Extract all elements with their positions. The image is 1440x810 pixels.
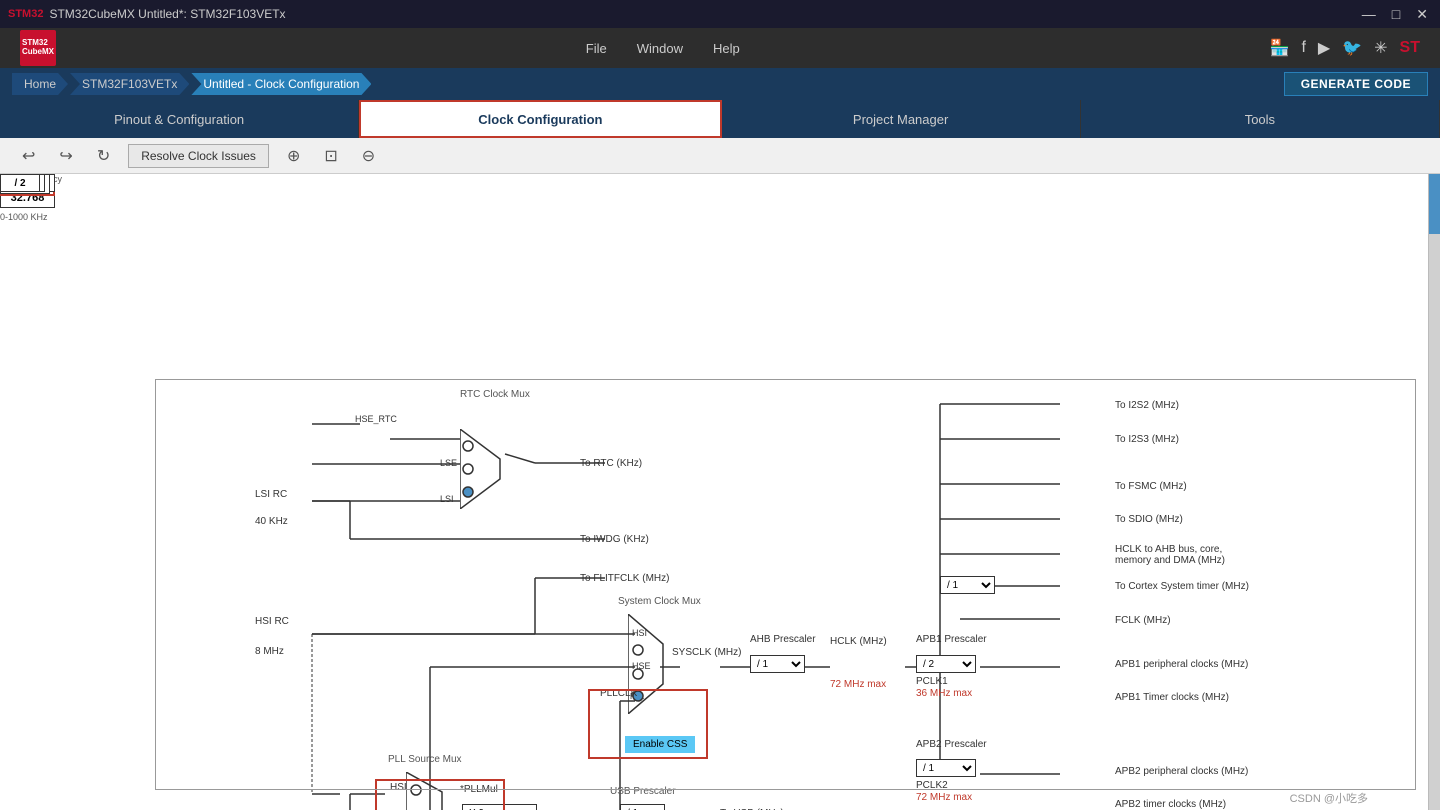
title-bar: STM32 STM32CubeMX Untitled*: STM32F103VE… [0, 0, 1440, 28]
ahb-prescaler-select[interactable]: / 1 / 2 / 4 [750, 655, 805, 673]
scrollbar-thumb[interactable] [1429, 174, 1440, 234]
usb-prescaler-select[interactable]: / 1 / 1.5 [620, 804, 665, 810]
hclk-label: HCLK (MHz) [830, 636, 887, 647]
main-content: Input frequency 32.768 0-1000 KHz LSE LS… [0, 174, 1440, 810]
usb-prescaler-label: USB Prescaler [610, 786, 676, 797]
apb2-timer-label: APB2 timer clocks (MHz) [1115, 799, 1226, 810]
st-icon: ST [1400, 39, 1420, 57]
clock-diagram-svg [0, 174, 1428, 810]
watermark: CSDN @小吃多 [1290, 790, 1368, 806]
apb2-prescaler-label: APB2 Prescaler [916, 739, 987, 750]
sdio-label: To SDIO (MHz) [1115, 514, 1183, 525]
generate-code-button[interactable]: GENERATE CODE [1284, 72, 1428, 96]
redo-button[interactable]: ↪ [53, 142, 78, 170]
enable-css-button[interactable]: Enable CSS [625, 736, 695, 753]
rtc-mux-svg [460, 429, 510, 509]
apb1-periph-label: APB1 peripheral clocks (MHz) [1115, 659, 1248, 670]
app-icon: STM32 [8, 8, 43, 20]
menu-file[interactable]: File [586, 41, 607, 56]
fit-button[interactable]: ⊡ [318, 142, 343, 170]
menu-bar: STM32CubeMX File Window Help 🏪 f ▶ 🐦 ✳ S… [0, 28, 1440, 68]
flitfclk-label: To FLITFCLK (MHz) [580, 573, 669, 584]
cortex-div-select[interactable]: / 1 [940, 576, 995, 594]
pll-mul-label: *PLLMul [460, 784, 498, 795]
pclk2-label: PCLK2 [916, 780, 948, 791]
lse-line-label: LSE [440, 458, 457, 468]
undo-button[interactable]: ↩ [16, 142, 41, 170]
title-bar-left: STM32 STM32CubeMX Untitled*: STM32F103VE… [8, 7, 286, 21]
tab-pinout[interactable]: Pinout & Configuration [0, 100, 359, 138]
apb1-prescaler-label: APB1 Prescaler [916, 634, 987, 645]
zoom-out-button[interactable]: ⊖ [356, 142, 381, 170]
menu-items: File Window Help [96, 41, 1230, 56]
ahb-prescaler-label: AHB Prescaler [750, 634, 816, 645]
apb1-timer-label: APB1 Timer clocks (MHz) [1115, 692, 1229, 703]
pll-source-mux-label: PLL Source Mux [388, 754, 462, 765]
sysclk-label: SYSCLK (MHz) [672, 647, 741, 658]
minimize-button[interactable]: — [1358, 6, 1380, 23]
i2s2-label: To I2S2 (MHz) [1115, 400, 1179, 411]
tab-tools[interactable]: Tools [1081, 100, 1440, 138]
pclk2-max-label: 72 MHz max [916, 792, 972, 803]
pclk1-max-label: 36 MHz max [916, 688, 972, 699]
social-icons: 🏪 f ▶ 🐦 ✳ ST [1270, 38, 1420, 58]
rtc-clock-mux-label: RTC Clock Mux [460, 389, 530, 400]
hsi-rc-label: HSI RC [255, 616, 289, 627]
apb2-periph-label: APB2 peripheral clocks (MHz) [1115, 766, 1248, 777]
maximize-button[interactable]: □ [1388, 6, 1404, 23]
apb2-prescaler-select[interactable]: / 1 / 2 [916, 759, 976, 777]
lsi-rc-label: LSI RC [255, 489, 287, 500]
menu-help[interactable]: Help [713, 41, 740, 56]
fsmc-label: To FSMC (MHz) [1115, 481, 1187, 492]
apb1-prescaler-select[interactable]: / 2 / 1 / 4 [916, 655, 976, 673]
sysclk-mux-svg: HSI HSE PLL [628, 614, 673, 714]
clock-diagram: Input frequency 32.768 0-1000 KHz LSE LS… [0, 174, 1428, 810]
store-icon: 🏪 [1270, 38, 1290, 58]
input-freq-range-1: 0-1000 KHz [0, 212, 48, 222]
div2-sdio-box: / 2 [0, 174, 40, 192]
close-button[interactable]: ✕ [1412, 6, 1432, 23]
tab-bar: Pinout & Configuration Clock Configurati… [0, 100, 1440, 138]
app-title: STM32CubeMX Untitled*: STM32F103VETx [49, 7, 285, 21]
i2s3-label: To I2S3 (MHz) [1115, 434, 1179, 445]
rtc-label: To RTC (KHz) [580, 458, 642, 469]
breadcrumb-config[interactable]: Untitled - Clock Configuration [191, 73, 371, 95]
youtube-icon: ▶ [1318, 38, 1330, 58]
network-icon: ✳ [1374, 38, 1387, 58]
pll-mul-select[interactable]: X 9 X 2 X 3 [462, 804, 537, 810]
refresh-button[interactable]: ↻ [91, 142, 116, 170]
tab-clock[interactable]: Clock Configuration [359, 100, 721, 138]
lsi-line-label: LSI [440, 494, 454, 504]
resolve-clock-button[interactable]: Resolve Clock Issues [128, 144, 269, 168]
logo-box: STM32CubeMX [20, 30, 56, 66]
hse-rtc-label: HSE_RTC [355, 414, 397, 424]
cortex-label: To Cortex System timer (MHz) [1115, 581, 1249, 592]
twitter-icon: 🐦 [1342, 38, 1362, 58]
pclk1-label: PCLK1 [916, 676, 948, 687]
svg-text:HSI: HSI [632, 628, 647, 638]
pll-source-mux-svg [406, 772, 451, 810]
scrollbar-right[interactable] [1428, 174, 1440, 810]
breadcrumb-home[interactable]: Home [12, 73, 68, 95]
svg-text:HSE: HSE [632, 661, 651, 671]
facebook-icon: f [1301, 39, 1305, 57]
fclk-label: FCLK (MHz) [1115, 615, 1171, 626]
ahb-label: HCLK to AHB bus, core, memory and DMA (M… [1115, 544, 1235, 566]
hsi-pll-label: HSI [390, 782, 407, 793]
logo: STM32CubeMX [20, 30, 56, 66]
breadcrumb-chip[interactable]: STM32F103VETx [70, 73, 189, 95]
toolbar: ↩ ↪ ↻ Resolve Clock Issues ⊕ ⊡ ⊖ [0, 138, 1440, 174]
title-bar-controls: — □ ✕ [1358, 6, 1432, 23]
lsi-freq-label: 40 KHz [255, 516, 288, 527]
hclk-max-label: 72 MHz max [830, 679, 886, 690]
tab-project[interactable]: Project Manager [722, 100, 1081, 138]
system-clock-mux-label: System Clock Mux [618, 596, 701, 607]
hsi-freq-label: 8 MHz [255, 646, 284, 657]
breadcrumb: Home STM32F103VETx Untitled - Clock Conf… [0, 68, 1440, 100]
iwdg-label: To IWDG (KHz) [580, 534, 649, 545]
zoom-in-button[interactable]: ⊕ [281, 142, 306, 170]
menu-window[interactable]: Window [637, 41, 683, 56]
pllclk-label: PLLCLK [600, 688, 637, 699]
